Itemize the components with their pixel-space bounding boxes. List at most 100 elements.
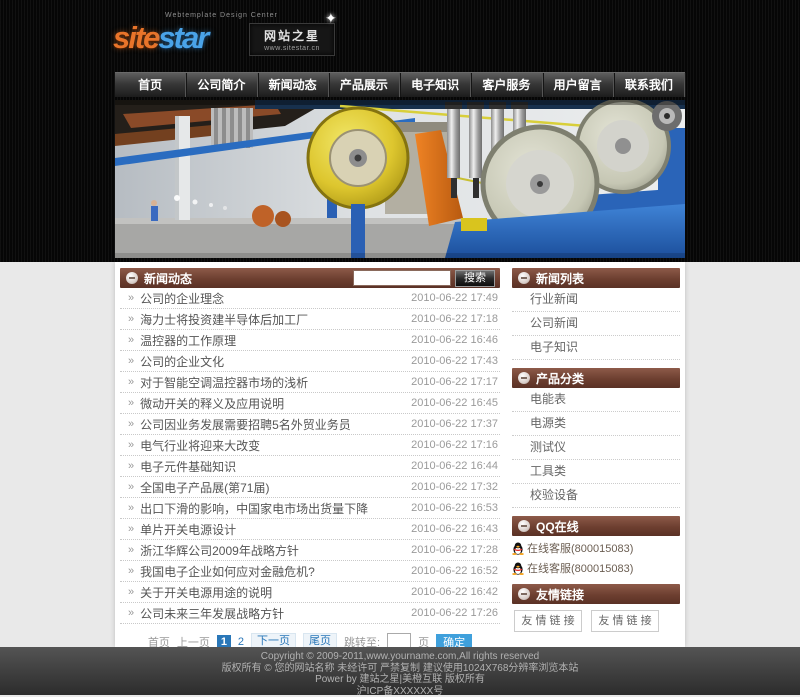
- page-body: 新闻动态 搜索 » 公司的企业理念 2010-06-22 17:49 »: [0, 262, 800, 647]
- arrow-right-icon: »: [128, 314, 134, 325]
- footer-powered-by: Power by 建站之星|美橙互联 版权所有: [0, 674, 800, 686]
- main-nav: 首页 公司简介 新闻动态 产品展示 电子知识 客户服务 用户留言 联系我们: [115, 72, 685, 97]
- news-item-link[interactable]: 对于智能空调温控器市场的浅析: [140, 374, 308, 391]
- sidebar-product-category-link[interactable]: 测试仪: [512, 436, 680, 460]
- news-list-item: » 电子元件基础知识 2010-06-22 16:44: [120, 456, 500, 477]
- search-button[interactable]: 搜索: [455, 270, 495, 287]
- search-input[interactable]: [353, 270, 451, 286]
- section-bullet-icon: [126, 272, 138, 284]
- section-bullet-icon: [518, 520, 530, 532]
- arrow-right-icon: »: [128, 566, 134, 577]
- pagination-page-2[interactable]: 2: [238, 636, 244, 648]
- news-item-link[interactable]: 关于开关电源用途的说明: [140, 584, 272, 601]
- news-list-item: » 电气行业将迎来大改变 2010-06-22 17:16: [120, 435, 500, 456]
- friend-link[interactable]: 友 情 链 接: [591, 610, 659, 632]
- logo-badge-title: 网站之星: [250, 27, 334, 44]
- nav-item[interactable]: 首页: [115, 73, 186, 97]
- sidebar-qq-header: QQ在线: [512, 516, 680, 536]
- sidebar-news-category-link[interactable]: 电子知识: [512, 336, 680, 360]
- arrow-right-icon: »: [128, 524, 134, 535]
- news-list-item: » 温控器的工作原理 2010-06-22 16:46: [120, 330, 500, 351]
- sidebar-news-category-link[interactable]: 行业新闻: [512, 288, 680, 312]
- news-item-link[interactable]: 公司的企业理念: [140, 290, 224, 307]
- news-item-link[interactable]: 浙江华辉公司2009年战略方针: [140, 542, 299, 559]
- section-bullet-icon: [518, 372, 530, 384]
- news-item-link[interactable]: 公司的企业文化: [140, 353, 224, 370]
- logo-badge: 网站之星 www.sitestar.cn: [249, 23, 335, 56]
- news-list-item: » 海力士将投资建半导体后加工厂 2010-06-22 17:18: [120, 309, 500, 330]
- qq-service-row: 在线客服(800015083): [512, 540, 680, 556]
- arrow-right-icon: »: [128, 440, 134, 451]
- news-item-date: 2010-06-22 17:43: [411, 355, 498, 367]
- news-item-link[interactable]: 全国电子产品展(第71届): [140, 479, 269, 496]
- nav-item[interactable]: 新闻动态: [258, 73, 329, 97]
- news-item-date: 2010-06-22 17:18: [411, 313, 498, 325]
- news-item-link[interactable]: 温控器的工作原理: [140, 332, 236, 349]
- page-footer: Copyright © 2009-2011,www.yourname.com,A…: [0, 647, 800, 695]
- sidebar-news-list-header: 新闻列表: [512, 268, 680, 288]
- news-item-link[interactable]: 我国电子企业如何应对金融危机?: [140, 563, 315, 580]
- footer-copyright: Copyright © 2009-2011,www.yourname.com,A…: [0, 651, 800, 663]
- sidebar-product-category-link[interactable]: 工具类: [512, 460, 680, 484]
- news-item-link[interactable]: 微动开关的释义及应用说明: [140, 395, 284, 412]
- news-item-link[interactable]: 单片开关电源设计: [140, 521, 236, 538]
- sidebar-product-category-link[interactable]: 校验设备: [512, 484, 680, 508]
- friend-link[interactable]: 友 情 链 接: [514, 610, 582, 632]
- logo-badge-url: www.sitestar.cn: [250, 45, 334, 52]
- sidebar-qq-title: QQ在线: [536, 518, 579, 535]
- sidebar-product-category-link[interactable]: 电能表: [512, 388, 680, 412]
- news-item-date: 2010-06-22 16:52: [411, 565, 498, 577]
- logo-brand: sitestar: [113, 20, 207, 56]
- site-logo[interactable]: Webtemplate Design Center sitestar 网站之星 …: [113, 8, 383, 64]
- news-list-item: » 公司因业务发展需要招聘5名外贸业务员 2010-06-22 17:37: [120, 414, 500, 435]
- news-item-link[interactable]: 公司因业务发展需要招聘5名外贸业务员: [140, 416, 351, 433]
- news-list-item: » 对于智能空调温控器市场的浅析 2010-06-22 17:17: [120, 372, 500, 393]
- qq-service-link[interactable]: 在线客服(800015083): [527, 560, 633, 576]
- news-item-date: 2010-06-22 17:49: [411, 292, 498, 304]
- news-item-date: 2010-06-22 16:42: [411, 586, 498, 598]
- sidebar-product-list: 电能表 电源类 测试仪 工具类 校验设备: [512, 388, 680, 508]
- news-item-link[interactable]: 公司未来三年发展战略方针: [140, 605, 284, 622]
- news-item-link[interactable]: 海力士将投资建半导体后加工厂: [140, 311, 308, 328]
- news-section-header: 新闻动态 搜索: [120, 268, 500, 288]
- arrow-right-icon: »: [128, 377, 134, 388]
- news-list-item: » 全国电子产品展(第71届) 2010-06-22 17:32: [120, 477, 500, 498]
- news-item-date: 2010-06-22 17:17: [411, 376, 498, 388]
- news-list-item: » 浙江华辉公司2009年战略方针 2010-06-22 17:28: [120, 540, 500, 561]
- star-sparkle-icon: ✦: [325, 10, 337, 27]
- sidebar-news-category-link[interactable]: 公司新闻: [512, 312, 680, 336]
- news-item-link[interactable]: 电气行业将迎来大改变: [140, 437, 260, 454]
- qq-service-row: 在线客服(800015083): [512, 560, 680, 576]
- section-bullet-icon: [518, 272, 530, 284]
- arrow-right-icon: »: [128, 587, 134, 598]
- news-item-date: 2010-06-22 16:46: [411, 334, 498, 346]
- sidebar-product-category-link[interactable]: 电源类: [512, 412, 680, 436]
- news-list-item: » 单片开关电源设计 2010-06-22 16:43: [120, 519, 500, 540]
- news-item-link[interactable]: 电子元件基础知识: [140, 458, 236, 475]
- nav-item[interactable]: 用户留言: [543, 73, 614, 97]
- arrow-right-icon: »: [128, 608, 134, 619]
- news-item-link[interactable]: 出口下滑的影响，中国家电市场出货量下降: [140, 500, 368, 517]
- arrow-right-icon: »: [128, 482, 134, 493]
- nav-item[interactable]: 电子知识: [400, 73, 471, 97]
- news-search: 搜索: [353, 270, 495, 287]
- arrow-right-icon: »: [128, 419, 134, 430]
- news-list-item: » 微动开关的释义及应用说明 2010-06-22 16:45: [120, 393, 500, 414]
- news-item-date: 2010-06-22 17:32: [411, 481, 498, 493]
- qq-penguin-icon: [512, 542, 524, 555]
- nav-item[interactable]: 产品展示: [329, 73, 400, 97]
- banner-image: [115, 100, 685, 258]
- top-header-area: Webtemplate Design Center sitestar 网站之星 …: [0, 0, 800, 262]
- news-item-date: 2010-06-22 16:53: [411, 502, 498, 514]
- news-item-date: 2010-06-22 16:45: [411, 397, 498, 409]
- nav-item[interactable]: 公司简介: [186, 73, 257, 97]
- news-item-date: 2010-06-22 17:37: [411, 418, 498, 430]
- sidebar-news-list: 行业新闻 公司新闻 电子知识: [512, 288, 680, 360]
- nav-item[interactable]: 联系我们: [614, 73, 685, 97]
- qq-service-link[interactable]: 在线客服(800015083): [527, 540, 633, 556]
- nav-item[interactable]: 客户服务: [471, 73, 542, 97]
- logo-brand-star: star: [158, 20, 207, 55]
- arrow-right-icon: »: [128, 461, 134, 472]
- sidebar: 新闻列表 行业新闻 公司新闻 电子知识 产品分类 电能表: [512, 268, 680, 632]
- news-list-item: » 我国电子企业如何应对金融危机? 2010-06-22 16:52: [120, 561, 500, 582]
